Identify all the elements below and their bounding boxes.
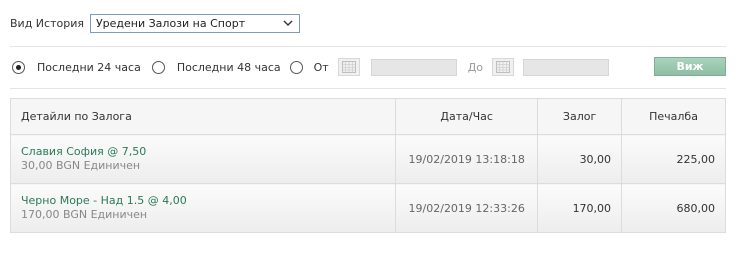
bet-winnings: 680,00 bbox=[621, 183, 726, 233]
bet-datetime: 19/02/2019 13:18:18 bbox=[395, 134, 539, 184]
period-filter: Последни 24 часа Последни 48 часа От До … bbox=[12, 56, 728, 78]
bet-selection[interactable]: Черно Море - Над 1.5 @ 4,00 bbox=[21, 194, 385, 208]
view-button[interactable]: Виж bbox=[654, 57, 726, 76]
from-date-input[interactable] bbox=[370, 58, 457, 76]
column-header-stake: Залог bbox=[537, 98, 623, 135]
history-type-value: Уредени Залози на Спорт bbox=[95, 16, 246, 30]
chevron-down-icon bbox=[282, 17, 294, 29]
divider bbox=[10, 88, 726, 89]
bet-summary: 30,00 BGN Единичен bbox=[21, 159, 141, 172]
radio-last-24-hours[interactable] bbox=[12, 60, 25, 74]
column-header-datetime: Дата/Час bbox=[395, 98, 539, 135]
radio-custom-range[interactable] bbox=[289, 60, 303, 74]
column-header-winnings: Печалба bbox=[621, 98, 726, 135]
radio-last-48-label: Последни 48 часа bbox=[176, 60, 281, 74]
divider bbox=[10, 46, 726, 47]
from-label: От bbox=[313, 60, 329, 74]
bet-stake: 30,00 bbox=[537, 134, 623, 184]
history-type-row: Вид История Уредени Залози на Спорт bbox=[10, 13, 300, 33]
bet-details-cell: Славия София @ 7,50 30,00 BGN Единичен bbox=[9, 134, 397, 184]
bet-stake: 170,00 bbox=[537, 183, 623, 233]
history-type-select[interactable]: Уредени Залози на Спорт bbox=[89, 13, 300, 33]
settled-bets-table: Детайли по Залога Дата/Час Залог Печалба… bbox=[9, 98, 726, 233]
to-date-input[interactable] bbox=[523, 58, 610, 76]
bet-details-cell: Черно Море - Над 1.5 @ 4,00 170,00 BGN Е… bbox=[9, 183, 397, 233]
history-type-label: Вид История bbox=[10, 16, 84, 30]
table-header-row: Детайли по Залога Дата/Час Залог Печалба bbox=[9, 98, 726, 135]
radio-last-24-label: Последни 24 часа bbox=[37, 60, 141, 74]
bet-winnings: 225,00 bbox=[621, 134, 726, 184]
bet-datetime: 19/02/2019 12:33:26 bbox=[395, 183, 539, 233]
radio-selected-dot bbox=[16, 64, 21, 70]
table-row[interactable]: Славия София @ 7,50 30,00 BGN Единичен 1… bbox=[9, 134, 726, 184]
calendar-icon[interactable] bbox=[337, 58, 360, 76]
table-row[interactable]: Черно Море - Над 1.5 @ 4,00 170,00 BGN Е… bbox=[9, 183, 726, 233]
radio-last-48-hours[interactable] bbox=[151, 60, 165, 74]
to-label: До bbox=[467, 60, 484, 74]
bet-summary: 170,00 BGN Единичен bbox=[21, 208, 148, 221]
column-header-details: Детайли по Залога bbox=[9, 98, 397, 135]
bet-selection[interactable]: Славия София @ 7,50 bbox=[21, 145, 385, 159]
calendar-icon[interactable] bbox=[492, 58, 515, 76]
